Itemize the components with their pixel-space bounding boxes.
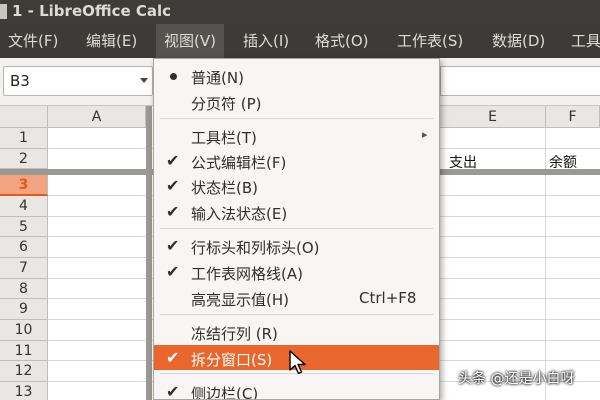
menu-item-label: 公式编辑栏(F) bbox=[191, 154, 287, 172]
menu-separator bbox=[160, 228, 433, 229]
check-icon: ✔ bbox=[166, 151, 180, 170]
check-icon: ✔ bbox=[166, 176, 180, 195]
app-icon bbox=[0, 4, 7, 19]
select-all-corner[interactable] bbox=[0, 106, 48, 128]
menu-data[interactable]: 数据(D) bbox=[484, 24, 553, 58]
menu-item-label: 普通(N) bbox=[191, 69, 244, 87]
name-box-value: B3 bbox=[10, 72, 30, 90]
row-header-7[interactable]: 7 bbox=[0, 258, 48, 279]
menu-item-label: 拆分窗口(S) bbox=[191, 351, 273, 369]
menu-item-label: 分页符 (P) bbox=[191, 95, 262, 113]
check-icon: ✔ bbox=[166, 262, 180, 281]
name-box[interactable]: B3 bbox=[3, 66, 153, 96]
row-header-13[interactable]: 13 bbox=[0, 382, 48, 400]
menu-item-headers[interactable]: ✔ 行标头和列标头(O) bbox=[154, 233, 439, 258]
menu-edit[interactable]: 编辑(E) bbox=[78, 24, 145, 58]
menu-item-freeze-rows-columns[interactable]: 冻结行列 (R) bbox=[154, 319, 439, 344]
view-menu-dropdown: 普通(N) 分页符 (P) 工具栏(T) ▸ ✔ 公式编辑栏(F) ✔ 状态栏(… bbox=[153, 58, 440, 400]
menu-item-toolbars[interactable]: 工具栏(T) ▸ bbox=[154, 123, 439, 148]
window-title: 1 - LibreOffice Calc bbox=[12, 2, 172, 20]
formula-input[interactable] bbox=[440, 66, 600, 96]
menu-separator bbox=[160, 118, 433, 119]
menu-insert[interactable]: 插入(I) bbox=[235, 24, 297, 58]
check-icon: ✔ bbox=[166, 348, 180, 367]
row-header-4[interactable]: 4 bbox=[0, 196, 48, 217]
cell-e2[interactable]: 支出 bbox=[449, 152, 477, 172]
menu-item-label: 侧边栏(C) bbox=[191, 385, 259, 400]
submenu-arrow-icon: ▸ bbox=[422, 128, 428, 141]
menu-item-label: 行标头和列标头(O) bbox=[191, 239, 320, 257]
menu-bar: 文件(F) 编辑(E) 视图(V) 插入(I) 格式(O) 工作表(S) 数据(… bbox=[0, 24, 600, 58]
row-header-8[interactable]: 8 bbox=[0, 279, 48, 299]
menu-tools[interactable]: 工具 bbox=[563, 24, 600, 58]
column-header-f[interactable]: F bbox=[546, 106, 600, 128]
menu-item-grid-lines[interactable]: ✔ 工作表网格线(A) bbox=[154, 259, 439, 284]
menu-item-label: 工具栏(T) bbox=[191, 129, 257, 147]
row-header-1[interactable]: 1 bbox=[0, 128, 48, 149]
row-header-6[interactable]: 6 bbox=[0, 237, 48, 258]
title-bar: 1 - LibreOffice Calc bbox=[0, 0, 600, 24]
split-bar-vertical[interactable] bbox=[146, 106, 152, 400]
row-header-11[interactable]: 11 bbox=[0, 341, 48, 361]
row-header-10[interactable]: 10 bbox=[0, 320, 48, 341]
cell-f2[interactable]: 余额 bbox=[549, 152, 577, 172]
menu-separator bbox=[160, 314, 433, 315]
menu-item-input-method-status[interactable]: ✔ 输入法状态(E) bbox=[154, 199, 439, 224]
row-header-3-selected[interactable]: 3 bbox=[0, 175, 48, 196]
menu-item-page-break[interactable]: 分页符 (P) bbox=[154, 89, 439, 114]
check-icon: ✔ bbox=[166, 382, 180, 400]
menu-item-label: 输入法状态(E) bbox=[191, 205, 288, 223]
mouse-pointer-icon bbox=[289, 350, 306, 375]
menu-view[interactable]: 视图(V) bbox=[156, 24, 224, 58]
menu-item-formula-bar[interactable]: ✔ 公式编辑栏(F) bbox=[154, 148, 439, 173]
menu-item-sidebar[interactable]: ✔ 侧边栏(C) bbox=[154, 379, 439, 400]
watermark-text: 头条 @还是小白呀 bbox=[458, 371, 575, 387]
menu-item-label: 状态栏(B) bbox=[191, 179, 258, 197]
column-header-e[interactable]: E bbox=[440, 106, 546, 128]
menu-item-status-bar[interactable]: ✔ 状态栏(B) bbox=[154, 173, 439, 198]
menu-item-label: 冻结行列 (R) bbox=[191, 325, 278, 343]
row-header-5[interactable]: 5 bbox=[0, 217, 48, 237]
row-header-9[interactable]: 9 bbox=[0, 299, 48, 320]
menu-file[interactable]: 文件(F) bbox=[0, 24, 66, 58]
menu-item-label: 高亮显示值(H) bbox=[191, 291, 289, 309]
radio-dot-icon bbox=[170, 73, 177, 80]
menu-format[interactable]: 格式(O) bbox=[307, 24, 377, 58]
row-header-12[interactable]: 12 bbox=[0, 361, 48, 382]
check-icon: ✔ bbox=[166, 236, 180, 255]
menu-item-value-highlighting[interactable]: 高亮显示值(H) Ctrl+F8 bbox=[154, 285, 439, 310]
menu-sheet[interactable]: 工作表(S) bbox=[389, 24, 471, 58]
menu-item-label: 工作表网格线(A) bbox=[191, 265, 303, 283]
menu-item-normal[interactable]: 普通(N) bbox=[154, 63, 439, 88]
row-header-2[interactable]: 2 bbox=[0, 149, 48, 169]
check-icon: ✔ bbox=[166, 202, 180, 221]
column-header-a[interactable]: A bbox=[48, 106, 146, 128]
shortcut-label: Ctrl+F8 bbox=[359, 289, 417, 307]
chevron-down-icon[interactable] bbox=[140, 78, 148, 83]
